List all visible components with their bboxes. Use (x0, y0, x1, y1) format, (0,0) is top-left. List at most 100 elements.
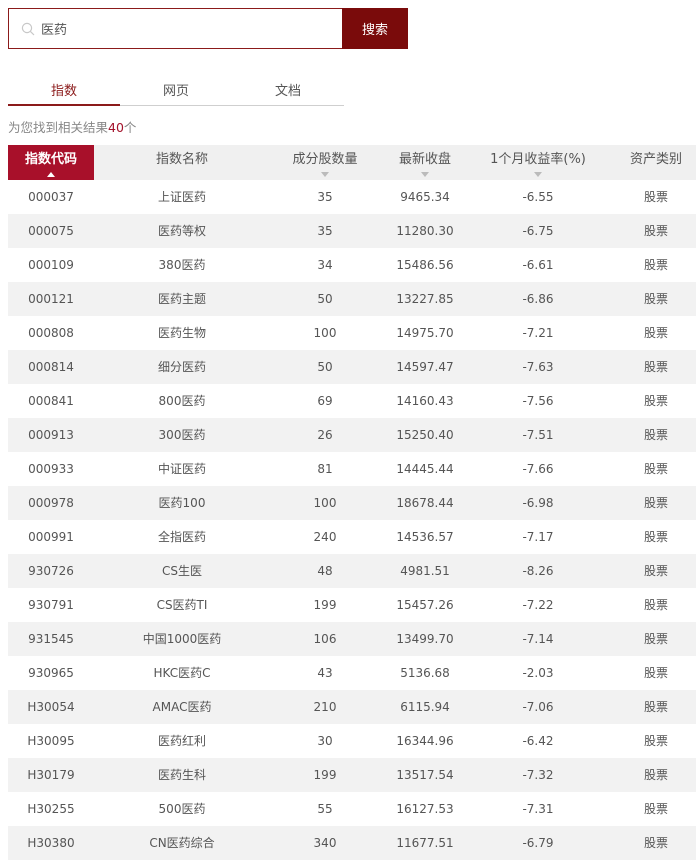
cell-latest-close: 14445.44 (396, 462, 454, 476)
cell-1m-return: -7.21 (522, 326, 554, 340)
cell-index-code: 930965 (28, 666, 74, 680)
cell-asset-class: 股票 (643, 836, 668, 850)
cell-index-code: H30380 (27, 836, 75, 850)
cell-latest-close: 15250.40 (396, 428, 454, 442)
header-constituent-count[interactable]: 成分股数量 (270, 145, 380, 180)
table-body: 000037 上证医药 35 9465.34 -6.55 股票 000075 医药等权 35 11… (8, 180, 696, 860)
table-row[interactable]: H30380 CN医药综合 340 11677.51 -6.79 股票 (8, 826, 696, 860)
cell-1m-return: -8.26 (522, 564, 554, 578)
cell-asset-class: 股票 (643, 632, 668, 646)
cell-index-name[interactable]: 上证医药 (94, 180, 270, 214)
cell-index-name[interactable]: 300医药 (94, 418, 270, 452)
table-row[interactable]: 000814 细分医药 50 14597.47 -7.63 股票 (8, 350, 696, 384)
header-1m-return[interactable]: 1个月收益率(%) (470, 145, 606, 180)
cell-index-name[interactable]: 细分医药 (94, 350, 270, 384)
cell-constituent-count: 106 (313, 632, 337, 646)
sort-desc-icon (534, 172, 542, 177)
cell-latest-close: 14160.43 (396, 394, 454, 408)
search-input[interactable] (41, 9, 337, 48)
cell-latest-close: 14975.70 (396, 326, 454, 340)
cell-index-code: 000814 (28, 360, 74, 374)
table-row[interactable]: 930726 CS生医 48 4981.51 -8.26 股票 (8, 554, 696, 588)
cell-index-name[interactable]: 全指医药 (94, 520, 270, 554)
table-row[interactable]: 000933 中证医药 81 14445.44 -7.66 股票 (8, 452, 696, 486)
result-count: 为您找到相关结果40个 (8, 117, 136, 136)
cell-asset-class: 股票 (643, 496, 668, 510)
header-asset-class: 资产类别 (606, 145, 696, 180)
search-box (8, 8, 342, 49)
table-row[interactable]: 000121 医药主题 50 13227.85 -6.86 股票 (8, 282, 696, 316)
table-row[interactable]: 000808 医药生物 100 14975.70 -7.21 股票 (8, 316, 696, 350)
table-row[interactable]: 931545 中国1000医药 106 13499.70 -7.14 股票 (8, 622, 696, 656)
table-row[interactable]: 930965 HKC医药C 43 5136.68 -2.03 股票 (8, 656, 696, 690)
result-count-number: 40 (108, 120, 124, 135)
cell-index-name[interactable]: CN医药综合 (94, 826, 270, 860)
table-row[interactable]: H30255 500医药 55 16127.53 -7.31 股票 (8, 792, 696, 826)
cell-latest-close: 14536.57 (396, 530, 454, 544)
search-button[interactable]: 搜索 (342, 8, 408, 49)
cell-1m-return: -7.32 (522, 768, 554, 782)
cell-asset-class: 股票 (643, 768, 668, 782)
cell-latest-close: 13227.85 (396, 292, 454, 306)
cell-asset-class: 股票 (643, 258, 668, 272)
tab-document[interactable]: 文档 (232, 82, 344, 105)
cell-asset-class: 股票 (643, 292, 668, 306)
result-count-prefix: 为您找到相关结果 (8, 120, 109, 135)
header-1m-return-label: 1个月收益率(%) (490, 152, 586, 167)
table-row[interactable]: 000991 全指医药 240 14536.57 -7.17 股票 (8, 520, 696, 554)
table-row[interactable]: 930791 CS医药TI 199 15457.26 -7.22 股票 (8, 588, 696, 622)
cell-index-code: 000121 (28, 292, 74, 306)
cell-index-code: 000109 (28, 258, 74, 272)
cell-index-code: H30054 (27, 700, 75, 714)
cell-latest-close: 5136.68 (400, 666, 450, 680)
table-row[interactable]: H30054 AMAC医药 210 6115.94 -7.06 股票 (8, 690, 696, 724)
table-row[interactable]: 000841 800医药 69 14160.43 -7.56 股票 (8, 384, 696, 418)
header-asset-class-label: 资产类别 (629, 152, 682, 167)
header-index-code[interactable]: 指数代码 (8, 145, 94, 180)
cell-index-name[interactable]: HKC医药C (94, 656, 270, 690)
cell-index-name[interactable]: CS生医 (94, 554, 270, 588)
cell-index-code: 000075 (28, 224, 74, 238)
table-row[interactable]: 000037 上证医药 35 9465.34 -6.55 股票 (8, 180, 696, 214)
table-row[interactable]: 000978 医药100 100 18678.44 -6.98 股票 (8, 486, 696, 520)
cell-index-name[interactable]: 中证医药 (94, 452, 270, 486)
cell-index-name[interactable]: 中国1000医药 (94, 622, 270, 656)
table-row[interactable]: 000075 医药等权 35 11280.30 -6.75 股票 (8, 214, 696, 248)
cell-constituent-count: 100 (313, 326, 337, 340)
result-tabs: 指数 网页 文档 (8, 82, 344, 106)
cell-index-code: H30095 (27, 734, 75, 748)
cell-latest-close: 15486.56 (396, 258, 454, 272)
cell-index-name[interactable]: 500医药 (94, 792, 270, 826)
result-count-suffix: 个 (123, 120, 137, 135)
cell-latest-close: 4981.51 (400, 564, 450, 578)
cell-1m-return: -6.42 (522, 734, 554, 748)
cell-index-name[interactable]: CS医药TI (94, 588, 270, 622)
cell-index-name[interactable]: 380医药 (94, 248, 270, 282)
cell-asset-class: 股票 (643, 190, 668, 204)
table-row[interactable]: H30095 医药红利 30 16344.96 -6.42 股票 (8, 724, 696, 758)
header-latest-close[interactable]: 最新收盘 (380, 145, 470, 180)
cell-index-name[interactable]: AMAC医药 (94, 690, 270, 724)
cell-index-name[interactable]: 医药主题 (94, 282, 270, 316)
cell-index-name[interactable]: 医药100 (94, 486, 270, 520)
cell-index-name[interactable]: 医药生物 (94, 316, 270, 350)
table-row[interactable]: 000109 380医药 34 15486.56 -6.61 股票 (8, 248, 696, 282)
table-row[interactable]: H30179 医药生科 199 13517.54 -7.32 股票 (8, 758, 696, 792)
cell-constituent-count: 81 (317, 462, 333, 476)
cell-asset-class: 股票 (643, 666, 668, 680)
cell-asset-class: 股票 (643, 530, 668, 544)
cell-index-code: 930791 (28, 598, 74, 612)
header-index-name-label: 指数名称 (155, 152, 208, 167)
table-row[interactable]: 000913 300医药 26 15250.40 -7.51 股票 (8, 418, 696, 452)
cell-constituent-count: 48 (317, 564, 333, 578)
tab-index[interactable]: 指数 (8, 82, 120, 106)
cell-index-code: 000037 (28, 190, 74, 204)
header-index-name: 指数名称 (94, 145, 270, 180)
cell-asset-class: 股票 (643, 598, 668, 612)
cell-index-name[interactable]: 800医药 (94, 384, 270, 418)
cell-latest-close: 13499.70 (396, 632, 454, 646)
cell-index-name[interactable]: 医药红利 (94, 724, 270, 758)
cell-index-name[interactable]: 医药等权 (94, 214, 270, 248)
cell-index-name[interactable]: 医药生科 (94, 758, 270, 792)
tab-webpage[interactable]: 网页 (120, 82, 232, 105)
